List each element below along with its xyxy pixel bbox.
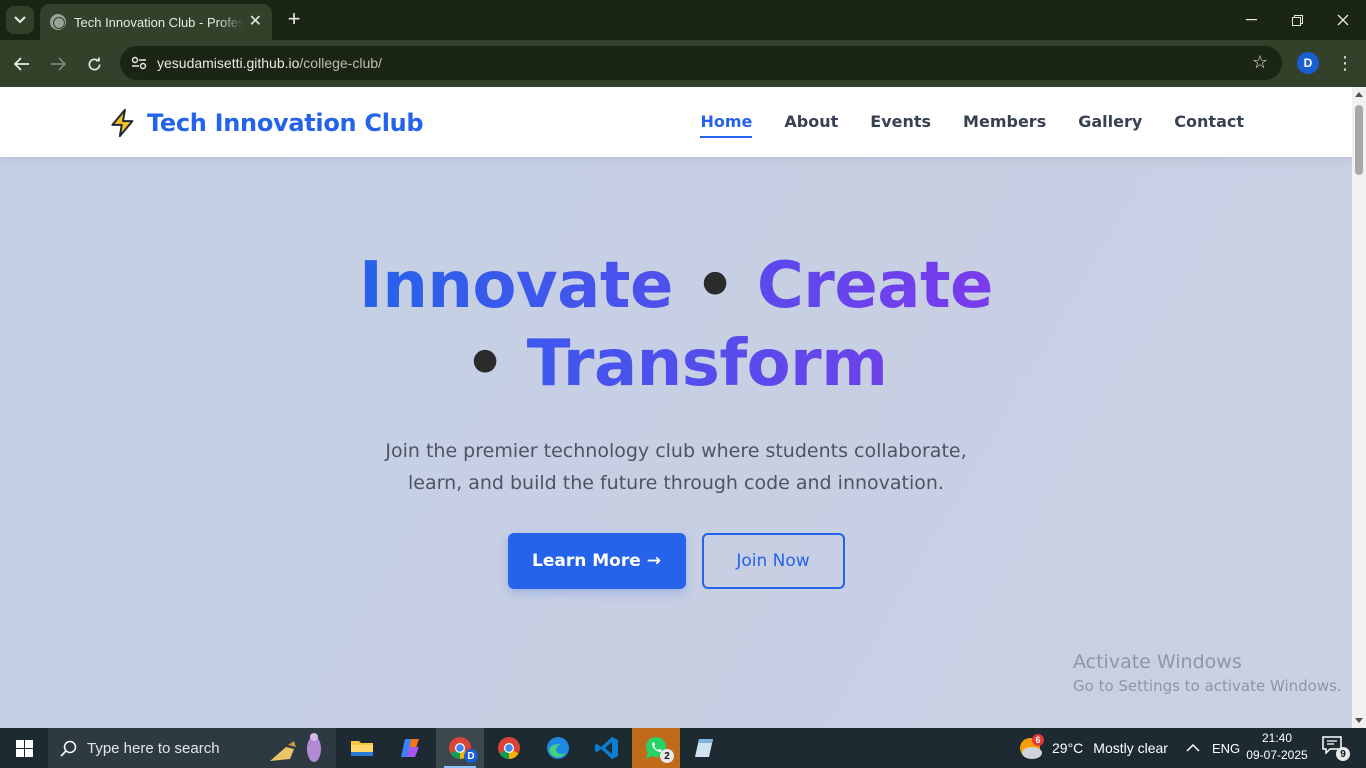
reload-icon	[88, 56, 100, 70]
weather-temp: 29°C	[1052, 740, 1084, 756]
lightning-bolt-icon	[111, 108, 134, 138]
taskbar-vscode[interactable]	[583, 728, 631, 768]
forward-button[interactable]	[45, 51, 71, 77]
search-icon	[60, 740, 77, 757]
site-info-icon[interactable]	[128, 52, 150, 74]
url-host: yesudamisetti.github.io	[157, 55, 300, 71]
page-viewport: Tech Innovation Club Home About Events M…	[0, 87, 1352, 728]
watermark-subtitle: Go to Settings to activate Windows.	[1073, 677, 1342, 695]
close-icon	[1337, 14, 1349, 26]
globe-icon	[50, 14, 66, 30]
hero-subtitle: Join the premier technology club where s…	[385, 440, 967, 494]
chevron-down-icon	[14, 16, 26, 24]
start-button[interactable]	[0, 728, 48, 768]
browser-tab-bar: Tech Innovation Club - Professional ✕ +	[0, 0, 1366, 40]
hero-title: Innovate • Create • Transform	[356, 247, 996, 403]
taskbar-edge[interactable]	[534, 728, 582, 768]
minimize-icon	[1245, 19, 1257, 21]
learn-more-button[interactable]: Learn More →	[507, 533, 686, 589]
hero-title-innovate: Innovate	[359, 249, 673, 323]
minimize-button[interactable]	[1228, 0, 1274, 40]
hero-title-separator: •	[694, 249, 736, 323]
site-header: Tech Innovation Club Home About Events M…	[0, 87, 1352, 157]
join-now-button[interactable]: Join Now	[701, 533, 845, 589]
notepad-icon	[695, 739, 713, 757]
search-placeholder: Type here to search	[87, 739, 220, 757]
whatsapp-badge: 2	[660, 749, 674, 763]
nav-gallery[interactable]: Gallery	[1078, 112, 1142, 138]
hero-section: Innovate • Create • Transform Join the p…	[0, 247, 1352, 589]
nav-contact[interactable]: Contact	[1174, 112, 1244, 138]
url-path: /college-club/	[299, 55, 382, 71]
edge-icon	[547, 737, 569, 759]
scroll-up-arrow-icon[interactable]	[1355, 92, 1363, 97]
nav-about[interactable]: About	[784, 112, 838, 138]
activate-windows-watermark: Activate Windows Go to Settings to activ…	[1073, 651, 1342, 695]
language-indicator[interactable]: ENG	[1212, 728, 1240, 768]
search-highlight-art-icon	[270, 733, 321, 762]
nav-members[interactable]: Members	[963, 112, 1046, 138]
site-logo[interactable]: Tech Innovation Club	[108, 108, 424, 138]
notification-count-badge: 9	[1336, 747, 1350, 761]
taskbar-search[interactable]: Type here to search	[48, 728, 336, 768]
vscode-icon	[595, 737, 618, 759]
notification-center-button[interactable]: 9	[1322, 736, 1350, 761]
windows-logo-icon	[15, 739, 33, 757]
taskbar-whatsapp[interactable]: 2	[632, 728, 680, 768]
hero-title-create: Create	[756, 249, 993, 323]
weather-widget[interactable]: 6 29°C Mostly clear	[1018, 728, 1168, 768]
menu-icon[interactable]: ⋮	[1336, 52, 1354, 74]
chrome-profile-badge: D	[464, 749, 478, 763]
profile-avatar[interactable]: D	[1297, 52, 1319, 74]
taskbar-chrome-second[interactable]	[485, 728, 533, 768]
browser-toolbar: yesudamisetti.github.io/college-club/ ☆	[0, 40, 1366, 87]
nav-home[interactable]: Home	[700, 112, 753, 138]
windows-taskbar: Type here to search D 2 6 29°C Mostly cl…	[0, 728, 1366, 768]
restore-icon	[1291, 14, 1303, 26]
restore-button[interactable]	[1274, 0, 1320, 40]
clock-date: 09-07-2025	[1246, 748, 1308, 762]
watermark-title: Activate Windows	[1073, 651, 1242, 673]
chevron-up-icon	[1186, 744, 1200, 752]
address-bar[interactable]: yesudamisetti.github.io/college-club/ ☆	[120, 46, 1282, 80]
hero-title-separator: •	[464, 327, 506, 401]
scroll-down-arrow-icon[interactable]	[1355, 718, 1363, 723]
reload-button[interactable]	[81, 51, 107, 77]
taskbar-copilot[interactable]	[387, 728, 435, 768]
tab-list-button[interactable]	[6, 6, 34, 34]
clock[interactable]: 21:40 09-07-2025	[1244, 730, 1310, 764]
tab-title: Tech Innovation Club - Professional	[74, 14, 244, 30]
close-window-button[interactable]	[1320, 0, 1366, 40]
hero-title-transform: Transform	[526, 327, 888, 401]
close-tab-icon[interactable]: ✕	[249, 14, 262, 30]
scrollbar-thumb[interactable]	[1355, 105, 1363, 175]
brand-name: Tech Innovation Club	[147, 109, 424, 137]
clock-time: 21:40	[1261, 731, 1293, 745]
page-scrollbar[interactable]	[1352, 87, 1366, 728]
weather-text: Mostly clear	[1093, 740, 1168, 756]
browser-tab[interactable]: Tech Innovation Club - Professional ✕	[40, 4, 272, 40]
chrome-icon	[498, 737, 520, 759]
folder-icon	[351, 741, 373, 756]
taskbar-notes-app[interactable]	[681, 728, 729, 768]
back-button[interactable]	[9, 51, 35, 77]
taskbar-chrome-active[interactable]: D	[436, 728, 484, 768]
tray-overflow-button[interactable]	[1186, 728, 1200, 768]
bookmark-star-icon[interactable]: ☆	[1252, 53, 1268, 71]
arrow-right-icon	[51, 57, 66, 71]
arrow-left-icon	[14, 57, 29, 71]
hero-cta-group: Learn More → Join Now	[0, 533, 1352, 589]
nav-events[interactable]: Events	[870, 112, 931, 138]
copilot-icon	[401, 739, 419, 757]
weather-alert-badge: 6	[1032, 734, 1044, 746]
url-text[interactable]: yesudamisetti.github.io/college-club/	[157, 55, 382, 71]
new-tab-button[interactable]: +	[282, 8, 306, 32]
main-nav: Home About Events Members Gallery Contac…	[700, 112, 1244, 138]
taskbar-file-explorer[interactable]	[338, 728, 386, 768]
